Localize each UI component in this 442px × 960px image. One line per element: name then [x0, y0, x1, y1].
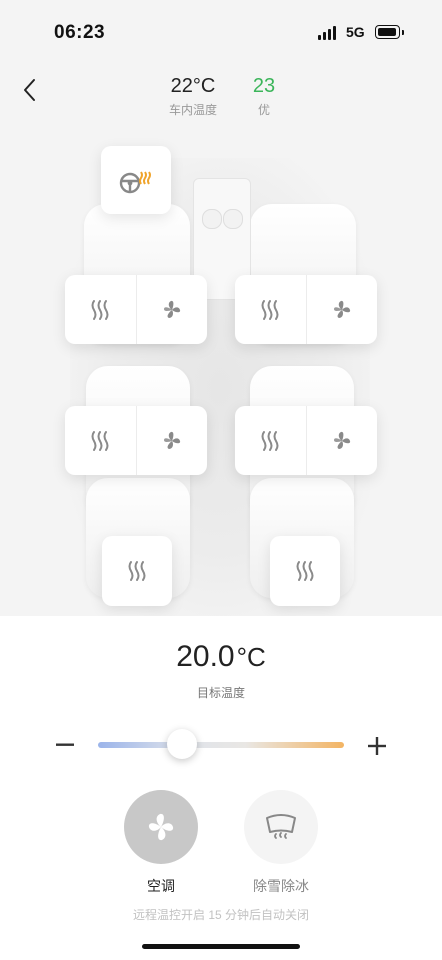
seat-heat-icon	[296, 561, 314, 581]
temperature-slider-thumb[interactable]	[166, 729, 197, 759]
status-bar: 06:23 5G	[0, 0, 442, 66]
front-right-seat-controls	[235, 275, 377, 344]
rear-left-seat-controls	[65, 406, 207, 475]
rear-right-seat-ventilation-button[interactable]	[305, 406, 378, 475]
front-right-seat-ventilation-button[interactable]	[305, 275, 378, 344]
fan-icon	[148, 813, 174, 841]
third-row-right-seat-heat-button[interactable]	[270, 536, 340, 606]
seat-fan-icon	[163, 300, 180, 318]
front-left-seat-controls	[65, 275, 207, 344]
car-top-view	[0, 138, 442, 616]
target-temperature-value: 20.0	[176, 640, 235, 673]
air-quality-label: 优	[257, 103, 270, 117]
network-type: 5G	[346, 24, 365, 40]
minus-icon	[56, 743, 74, 746]
seat-heat-icon	[261, 299, 279, 320]
cabin-temperature-label: 车内温度	[168, 103, 217, 117]
target-temperature-unit: °C	[236, 642, 266, 672]
increase-temperature-button[interactable]	[364, 731, 390, 761]
defrost-mode-label: 除雪除冰	[253, 878, 309, 894]
ac-mode-button[interactable]	[124, 790, 198, 864]
back-button[interactable]	[14, 72, 44, 108]
air-quality-value: 23	[252, 75, 276, 97]
plus-icon	[368, 737, 386, 755]
ac-mode-label: 空调	[147, 878, 175, 894]
rear-left-seat-ventilation-button[interactable]	[135, 406, 208, 475]
target-temperature: 20.0°C	[0, 640, 442, 674]
seat-fan-icon	[333, 431, 350, 449]
defrost-mode-button[interactable]	[244, 790, 318, 864]
temperature-slider[interactable]	[98, 729, 344, 759]
front-left-seat-ventilation-button[interactable]	[135, 275, 208, 344]
rear-left-seat-heat-button[interactable]	[65, 406, 136, 475]
target-temperature-label: 目标温度	[196, 686, 245, 700]
chevron-left-icon	[24, 79, 35, 101]
cabin-temperature: 22°C	[170, 75, 216, 97]
seat-heat-icon	[91, 430, 109, 451]
seat-heat-icon	[91, 299, 109, 320]
seat-fan-icon	[333, 300, 350, 318]
third-row-left-seat-heat-button[interactable]	[102, 536, 172, 606]
auto-off-notice: 远程温控开启 15 分钟后自动关闭	[132, 908, 310, 922]
steering-wheel-heat-icon	[119, 171, 151, 194]
home-indicator[interactable]	[142, 944, 300, 949]
seat-fan-icon	[163, 431, 180, 449]
battery-icon	[375, 25, 404, 39]
status-time: 06:23	[54, 22, 106, 43]
seat-heat-icon	[128, 561, 146, 581]
steering-wheel-heat-button[interactable]	[101, 146, 171, 214]
rear-right-seat-heat-button[interactable]	[235, 406, 306, 475]
front-left-seat-heat-button[interactable]	[65, 275, 136, 344]
rear-defrost-icon	[266, 814, 296, 839]
rear-right-seat-controls	[235, 406, 377, 475]
signal-icon	[318, 26, 340, 40]
front-right-seat-heat-button[interactable]	[235, 275, 306, 344]
seat-heat-icon	[261, 430, 279, 451]
decrease-temperature-button[interactable]	[52, 730, 78, 760]
